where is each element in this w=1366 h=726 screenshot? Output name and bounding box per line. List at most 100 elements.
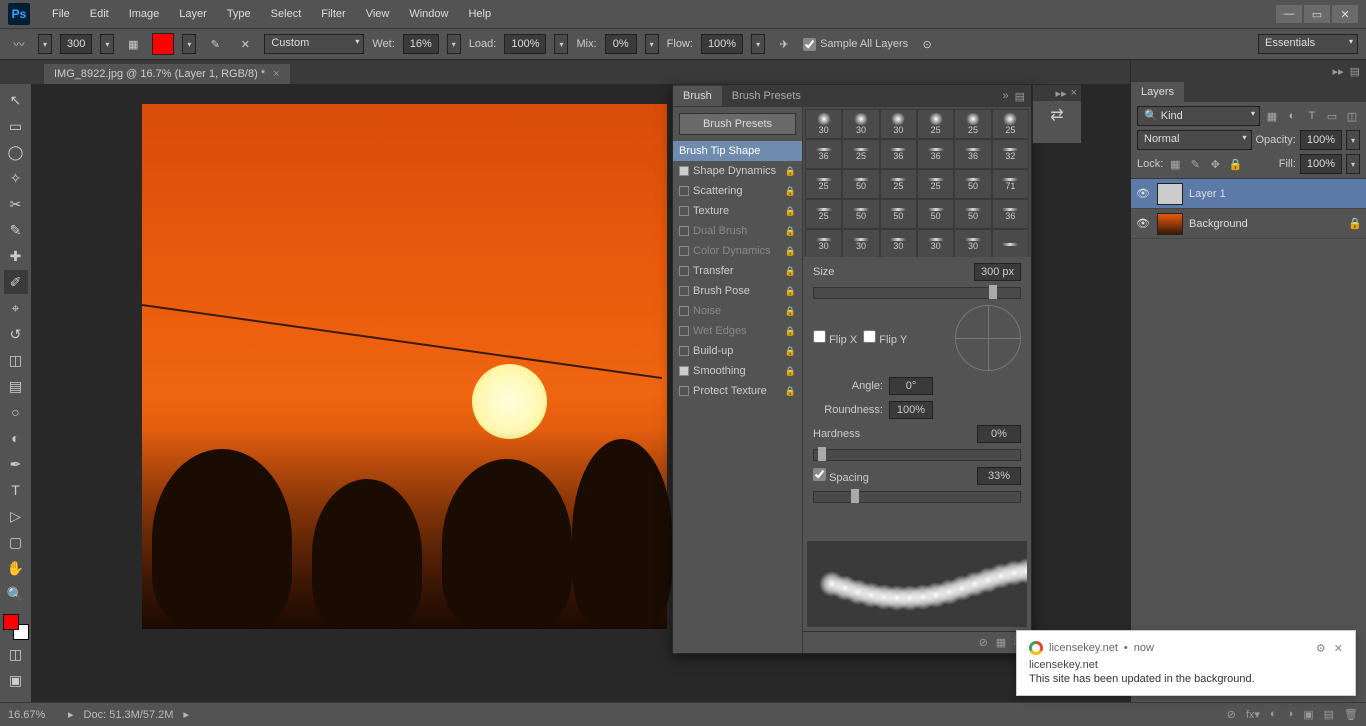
menu-layer[interactable]: Layer [169, 4, 217, 24]
brush-tip-cell[interactable]: 25 [880, 169, 917, 199]
filter-smart-icon[interactable]: ◫ [1344, 108, 1360, 124]
expand-icon[interactable]: » [1002, 90, 1008, 103]
new-brush-icon[interactable]: ▦ [996, 636, 1006, 649]
tab-layers[interactable]: Layers [1131, 82, 1184, 102]
brush-setting-smoothing[interactable]: Smoothing🔒 [673, 361, 802, 381]
brush-picker-dropdown[interactable]: ▾ [100, 34, 114, 54]
brush-setting-build-up[interactable]: Build-up🔒 [673, 341, 802, 361]
brush-tip-cell[interactable]: 50 [917, 199, 954, 229]
menu-window[interactable]: Window [399, 4, 458, 24]
new-adjustment-icon[interactable]: ◑ [1287, 708, 1294, 721]
flip-x-checkbox[interactable]: Flip X [813, 330, 857, 346]
color-fg-bg[interactable] [3, 614, 29, 640]
tab-brush[interactable]: Brush [673, 86, 722, 106]
brush-panel-toggle-icon[interactable]: ▦ [122, 33, 144, 55]
tool-type[interactable]: T [4, 478, 28, 502]
tool-dodge[interactable]: ◐ [4, 426, 28, 450]
tool-rectangle[interactable]: ▢ [4, 530, 28, 554]
zoom-drop-icon[interactable]: ▸ [68, 708, 74, 721]
opacity-field[interactable]: 100% [1300, 130, 1342, 150]
toast-close-icon[interactable]: ✕ [1334, 642, 1343, 655]
lock-pixels-icon[interactable]: ✎ [1187, 156, 1203, 172]
tool-gradient[interactable]: ▤ [4, 374, 28, 398]
brush-tip-cell[interactable]: 30 [842, 109, 879, 139]
tool-preset-icon[interactable]: 〰 [8, 33, 30, 55]
brush-setting-shape-dynamics[interactable]: Shape Dynamics🔒 [673, 161, 802, 181]
blend-mode-select[interactable]: Normal [1137, 130, 1252, 150]
brush-tip-grid[interactable]: 3030302525253625363636322550252550712550… [803, 107, 1031, 257]
layer-row[interactable]: 👁Layer 1 [1131, 179, 1366, 209]
add-mask-icon[interactable]: ◐ [1270, 708, 1277, 721]
doc-size-drop-icon[interactable]: ▸ [183, 708, 189, 721]
filter-shape-icon[interactable]: ▭ [1324, 108, 1340, 124]
spacing-slider[interactable] [813, 491, 1021, 503]
load-field[interactable]: 100% [504, 34, 546, 54]
tool-preset-dropdown[interactable]: ▾ [38, 34, 52, 54]
brush-setting-scattering[interactable]: Scattering🔒 [673, 181, 802, 201]
brush-tip-cell[interactable]: 50 [954, 199, 991, 229]
brush-setting-transfer[interactable]: Transfer🔒 [673, 261, 802, 281]
tab-close-icon[interactable]: × [273, 68, 279, 80]
brush-tip-cell[interactable]: 36 [917, 139, 954, 169]
brush-tip-cell[interactable]: 36 [880, 139, 917, 169]
brush-tip-cell[interactable]: 25 [917, 109, 954, 139]
workspace-select[interactable]: Essentials [1258, 34, 1358, 54]
layer-name[interactable]: Background [1189, 218, 1248, 230]
spacing-checkbox[interactable]: Spacing [813, 468, 971, 484]
sample-all-checkbox[interactable]: Sample All Layers [803, 38, 908, 51]
tool-marquee[interactable]: ▭ [4, 114, 28, 138]
brush-tip-cell[interactable]: 50 [880, 199, 917, 229]
maximize-button[interactable]: ▭ [1304, 5, 1330, 23]
wet-brush-icon[interactable]: ✎ [204, 33, 226, 55]
tool-eyedropper[interactable]: ✎ [4, 218, 28, 242]
brush-tip-cell[interactable] [992, 229, 1029, 257]
menu-help[interactable]: Help [458, 4, 501, 24]
brush-tip-cell[interactable]: 36 [992, 199, 1029, 229]
browser-notification[interactable]: licensekey.net • now ⚙✕ licensekey.net T… [1016, 630, 1356, 696]
layer-name[interactable]: Layer 1 [1189, 188, 1226, 200]
tab-brush-presets[interactable]: Brush Presets [722, 86, 811, 106]
brush-tip-cell[interactable]: 30 [805, 109, 842, 139]
tool-zoom[interactable]: 🔍 [4, 582, 28, 606]
angle-value[interactable]: 0° [889, 377, 933, 395]
brush-tip-cell[interactable]: 25 [805, 199, 842, 229]
brush-tip-cell[interactable]: 36 [954, 139, 991, 169]
panel-menu-icon[interactable]: ▤ [1350, 65, 1360, 78]
menu-file[interactable]: File [42, 4, 80, 24]
brush-tip-cell[interactable]: 30 [917, 229, 954, 257]
brush-tip-cell[interactable]: 30 [880, 229, 917, 257]
tablet-pressure-icon[interactable]: ⊙ [916, 33, 938, 55]
document-tab[interactable]: IMG_8922.jpg @ 16.7% (Layer 1, RGB/8) * … [44, 64, 290, 84]
size-value[interactable]: 300 px [974, 263, 1021, 281]
tool-path-select[interactable]: ▷ [4, 504, 28, 528]
tool-eraser[interactable]: ◫ [4, 348, 28, 372]
brush-setting-dual-brush[interactable]: Dual Brush🔒 [673, 221, 802, 241]
tool-hand[interactable]: ✋ [4, 556, 28, 580]
minimize-button[interactable]: — [1276, 5, 1302, 23]
collapse-icon[interactable]: ▸▸ [1056, 87, 1067, 100]
brush-tip-cell[interactable]: 25 [992, 109, 1029, 139]
mix-drop[interactable]: ▾ [645, 34, 659, 54]
brush-tip-cell[interactable]: 30 [880, 109, 917, 139]
filter-adjust-icon[interactable]: ◐ [1284, 108, 1300, 124]
zoom-level[interactable]: 16.67% [8, 709, 58, 721]
tool-heal[interactable]: ✚ [4, 244, 28, 268]
swatch-dropdown[interactable]: ▾ [182, 34, 196, 54]
menu-filter[interactable]: Filter [311, 4, 355, 24]
flow-field[interactable]: 100% [701, 34, 743, 54]
brush-tip-cell[interactable]: 30 [954, 229, 991, 257]
load-drop[interactable]: ▾ [554, 34, 568, 54]
layer-filter-kind[interactable]: 🔍 Kind [1137, 106, 1260, 126]
filter-type-icon[interactable]: T [1304, 108, 1320, 124]
hardness-slider[interactable] [813, 449, 1021, 461]
wet-field[interactable]: 16% [403, 34, 439, 54]
brush-tip-cell[interactable]: 36 [805, 139, 842, 169]
fill-drop[interactable]: ▾ [1346, 154, 1360, 174]
new-layer-icon[interactable]: ▤ [1324, 708, 1334, 721]
menu-edit[interactable]: Edit [80, 4, 119, 24]
dock-close-icon[interactable]: × [1071, 87, 1077, 99]
brush-tip-cell[interactable]: 32 [992, 139, 1029, 169]
layer-row[interactable]: 👁Background🔒 [1131, 209, 1366, 239]
menu-select[interactable]: Select [261, 4, 312, 24]
brush-tip-cell[interactable]: 25 [805, 169, 842, 199]
